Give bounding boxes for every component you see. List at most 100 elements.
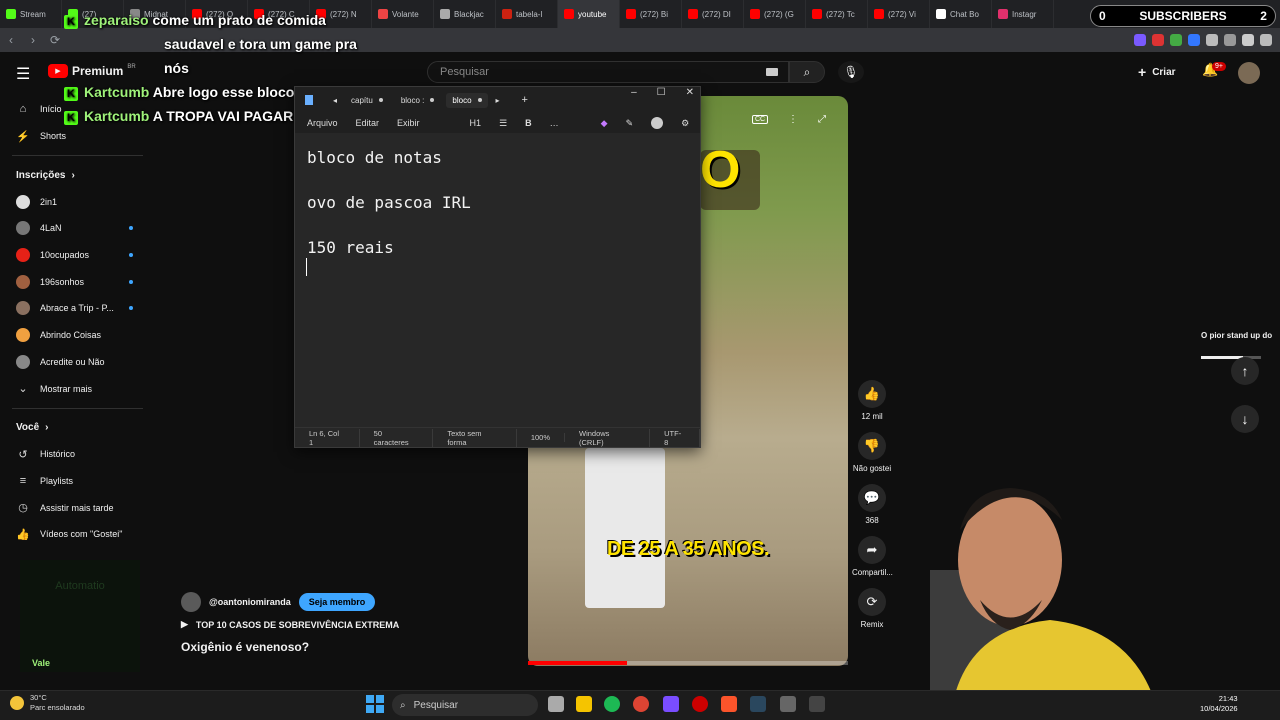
reload-icon[interactable]: ⟳ [44, 29, 66, 51]
browser-tab[interactable]: Chat Bo [930, 0, 992, 28]
file-explorer-icon[interactable] [576, 696, 592, 712]
new-tab-icon[interactable]: + [522, 94, 528, 106]
opera-icon[interactable] [692, 696, 708, 712]
fullscreen-icon[interactable]: ⤢ [818, 114, 826, 125]
browser-tab[interactable]: (272) Tc [806, 0, 868, 28]
tab-favicon-icon [6, 9, 16, 19]
video-title[interactable]: Oxigênio é venenoso? [181, 640, 309, 654]
clock[interactable]: 21:43 10/04/2026 [1200, 694, 1238, 714]
extension-icon[interactable] [1206, 34, 1218, 46]
puzzle-icon[interactable] [1224, 34, 1236, 46]
chrome-icon[interactable] [633, 696, 649, 712]
join-button[interactable]: Seja membro [298, 593, 376, 611]
share-button[interactable]: ➦ Compartil... [852, 536, 893, 577]
new-content-dot [129, 253, 133, 258]
thumbs-up-button[interactable]: 👍 12 mil [852, 380, 892, 421]
next-short-icon[interactable]: ↓ [1231, 405, 1259, 433]
taskbar-search[interactable]: ⌕ Pesquisar [392, 694, 538, 716]
more-options-icon[interactable]: ⋮ [788, 114, 798, 125]
browser-tab-label: (272) (G [764, 9, 794, 19]
channel-avatar[interactable] [181, 592, 201, 612]
tab-scroll-right-icon[interactable]: ▸ [496, 96, 500, 105]
search-input[interactable]: Pesquisar [427, 61, 789, 83]
sidebar-item-like[interactable]: 👍 Vídeos com "Gostei" [0, 521, 155, 548]
app-icon[interactable] [780, 696, 796, 712]
sidebar-channel[interactable]: 2in1 [0, 188, 155, 215]
settings-gear-icon[interactable]: ⚙ [681, 118, 689, 129]
avatar[interactable] [1238, 62, 1260, 84]
spotify-icon[interactable] [604, 696, 620, 712]
steam-icon[interactable] [750, 696, 766, 712]
create-button[interactable]: + Criar [1138, 62, 1176, 82]
sidebar-item-history[interactable]: ↺ Histórico [0, 441, 155, 468]
sidebar-channel[interactable]: 10ocupados [0, 242, 155, 269]
menu-file[interactable]: Arquivo [307, 118, 338, 128]
notepad-tab[interactable]: bloco [446, 92, 488, 108]
you-heading[interactable]: Você › [0, 415, 155, 441]
tab-scroll-left-icon[interactable]: ◂ [333, 96, 337, 105]
sidebar-channel[interactable]: Acredite ou Não [0, 349, 155, 376]
brave-icon[interactable] [721, 696, 737, 712]
remix-button[interactable]: ⟳ Remix [852, 588, 892, 629]
tab-favicon-icon [564, 9, 574, 19]
copilot-icon[interactable]: ◆ [601, 118, 608, 129]
back-icon[interactable]: ‹ [0, 29, 22, 51]
menu-view[interactable]: Exibir [397, 118, 420, 128]
sidebar-channel[interactable]: 4LaN [0, 215, 155, 242]
browser-tab[interactable]: tabela-l [496, 0, 558, 28]
search-button[interactable]: ⌕ [789, 61, 825, 83]
show-more-button[interactable]: ⌄ Mostrar mais [0, 375, 155, 402]
close-icon[interactable]: ✕ [686, 87, 694, 101]
mini-player-title[interactable]: O pior stand up do [1201, 331, 1272, 340]
rewrite-icon[interactable]: ✎ [626, 118, 634, 129]
minimize-icon[interactable]: – [631, 87, 637, 101]
sidebar-icon[interactable] [1242, 34, 1254, 46]
sidebar-channel[interactable]: 196sonhos [0, 268, 155, 295]
channel-name[interactable]: @oantoniomiranda [209, 597, 291, 607]
browser-tab[interactable]: (272) (G [744, 0, 806, 28]
notepad-text-area[interactable]: bloco de notas ovo de pascoa IRL 150 rea… [307, 147, 471, 260]
playlist-link[interactable]: ▶ TOP 10 CASOS DE SOBREVIVÊNCIA EXTREMA [181, 619, 399, 630]
task-view-icon[interactable] [548, 696, 564, 712]
sidebar-item-clock[interactable]: ◷ Assistir mais tarde [0, 494, 155, 521]
list-icon[interactable]: ☰ [499, 118, 507, 129]
extension-icon[interactable] [1188, 34, 1200, 46]
browser-tab[interactable]: Stream [0, 0, 62, 28]
notepad-tab[interactable]: capítu [345, 93, 389, 108]
channel-avatar [16, 194, 30, 209]
app-icon[interactable] [809, 696, 825, 712]
keyboard-icon[interactable] [766, 68, 778, 76]
sidebar-channel[interactable]: Abrace a Trip - P... [0, 295, 155, 322]
maximize-icon[interactable]: ☐ [657, 87, 666, 101]
captions-icon[interactable]: CC [752, 115, 769, 124]
menu-icon[interactable] [1260, 34, 1272, 46]
more-icon[interactable]: … [550, 118, 559, 128]
notepad-tab[interactable]: bloco : [395, 93, 441, 108]
bold-icon[interactable]: B [525, 118, 532, 128]
extension-icon[interactable] [1134, 34, 1146, 46]
hamburger-menu-icon[interactable]: ☰ [16, 64, 30, 84]
thumbs-down-button[interactable]: 👎 Não gostei [852, 432, 892, 473]
windows-start-icon[interactable] [366, 695, 384, 713]
browser-tab[interactable]: Blackjac [434, 0, 496, 28]
subscriptions-heading[interactable]: Inscrições › [0, 162, 155, 188]
weather-widget[interactable]: 30°C Parc ensolarado [10, 693, 85, 713]
app-icon[interactable] [663, 696, 679, 712]
heading-dropdown[interactable]: H1 [470, 118, 482, 128]
menu-edit[interactable]: Editar [356, 118, 380, 128]
sidebar-item-playlist[interactable]: ≡ Playlists [0, 468, 155, 495]
extension-icon[interactable] [1170, 34, 1182, 46]
extension-icon[interactable] [1152, 34, 1164, 46]
browser-tab[interactable]: youtube [558, 0, 620, 28]
browser-tab[interactable]: (272) Bi [620, 0, 682, 28]
browser-tab[interactable]: (272) DI [682, 0, 744, 28]
sidebar-channel[interactable]: Abrindo Coisas [0, 322, 155, 349]
browser-tab[interactable]: (272) Vi [868, 0, 930, 28]
browser-tab[interactable]: Instagr [992, 0, 1054, 28]
account-icon[interactable] [651, 117, 664, 129]
browser-tab[interactable]: Volante [372, 0, 434, 28]
mic-icon[interactable]: 🎙 [838, 61, 864, 83]
comment-button[interactable]: 💬 368 [852, 484, 892, 525]
forward-icon[interactable]: › [22, 29, 44, 51]
previous-short-icon[interactable]: ↑ [1231, 357, 1259, 385]
